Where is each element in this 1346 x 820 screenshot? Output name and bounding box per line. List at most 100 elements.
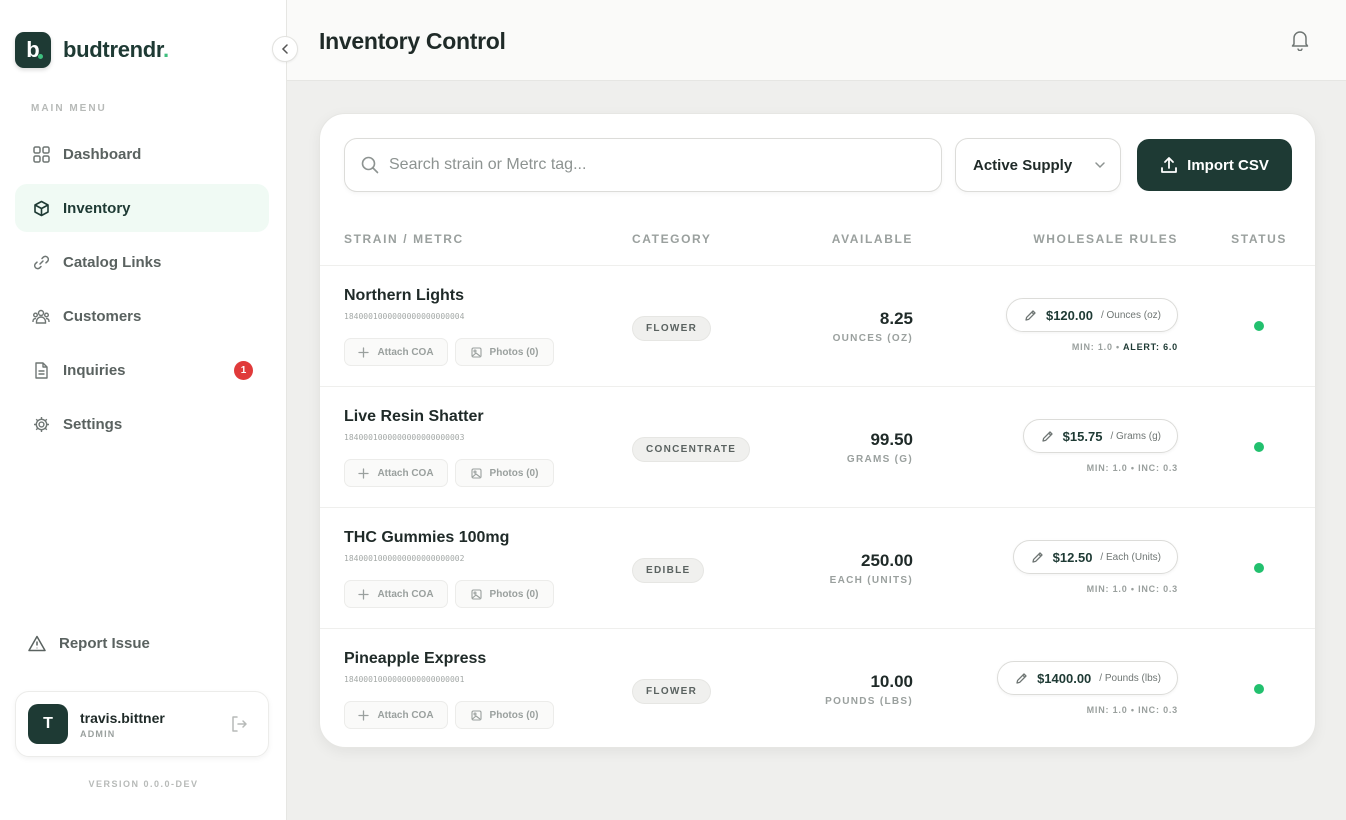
attach-coa-label: Attach COA (377, 346, 434, 358)
metrc-tag: 1840001000000000000000003 (344, 433, 465, 442)
attach-coa-button[interactable]: Attach COA (344, 459, 448, 487)
sidebar-item-inventory[interactable]: Inventory (15, 184, 269, 232)
import-csv-button[interactable]: Import CSV (1137, 139, 1292, 191)
user-name: travis.bittner (80, 709, 165, 726)
version-label: VERSION 0.0.0-DEV (88, 779, 199, 789)
wholesale-price: $15.75 (1062, 428, 1103, 444)
box-icon (32, 199, 50, 217)
report-issue-link[interactable]: Report Issue (28, 634, 150, 652)
bell-icon[interactable] (1290, 29, 1310, 52)
edit-price-button[interactable]: $12.50 / Each (Units) (1012, 540, 1178, 574)
main-menu-label: MAIN MENU (31, 103, 107, 114)
edit-price-button[interactable]: $15.75 / Grams (g) (1022, 419, 1178, 453)
table-row[interactable]: Live Resin Shatter 184000100000000000000… (320, 387, 1315, 508)
available-quantity: 8.25 (879, 309, 913, 328)
search-box[interactable] (344, 138, 942, 192)
document-icon (32, 361, 50, 379)
edit-price-button[interactable]: $1400.00 / Pounds (lbs) (997, 661, 1178, 695)
wholesale-price: $12.50 (1052, 549, 1093, 565)
edit-price-button[interactable]: $120.00 / Ounces (oz) (1005, 298, 1178, 332)
photos-button[interactable]: Photos (0) (455, 459, 554, 487)
table-row[interactable]: THC Gummies 100mg 1840001000000000000000… (320, 508, 1315, 629)
rule-min: MIN: 1.0 • (1071, 342, 1121, 352)
avatar: T (28, 704, 68, 744)
search-icon (361, 156, 379, 174)
photos-button[interactable]: Photos (0) (455, 580, 554, 608)
logout-icon[interactable] (230, 715, 248, 733)
strain-name[interactable]: Northern Lights (344, 287, 464, 305)
wholesale-price: $120.00 (1045, 307, 1093, 323)
inventory-toolbar: Active Supply Import CSV (344, 138, 1292, 192)
wholesale-rule-text: MIN: 1.0 • INC: 0.3 (1086, 705, 1178, 715)
price-unit: / Each (Units) (1100, 551, 1161, 563)
supply-filter-value: Active Supply (973, 156, 1073, 174)
category-badge: FLOWER (632, 316, 712, 341)
strain-name[interactable]: Live Resin Shatter (344, 408, 484, 426)
brand-name-main: budtrendr (63, 37, 163, 62)
image-icon (470, 709, 482, 721)
users-icon (32, 307, 50, 325)
wholesale-rule-text: MIN: 1.0 • INC: 0.3 (1086, 584, 1178, 594)
photos-button[interactable]: Photos (0) (455, 338, 554, 366)
attach-coa-button[interactable]: Attach COA (344, 580, 448, 608)
status-indicator (1254, 563, 1264, 573)
strain-name[interactable]: THC Gummies 100mg (344, 529, 509, 547)
pencil-icon (1042, 430, 1053, 442)
brand-mark-icon: b (15, 32, 51, 68)
available-quantity: 250.00 (861, 551, 913, 570)
gear-icon (32, 415, 50, 433)
sidebar-item-settings[interactable]: Settings (15, 400, 269, 448)
metrc-tag: 1840001000000000000000001 (344, 675, 465, 684)
wholesale-rule-text: MIN: 1.0 • ALERT: 6.0 (1072, 342, 1178, 352)
strain-name[interactable]: Pineapple Express (344, 650, 486, 668)
brand-mark-dot (38, 54, 43, 59)
attach-coa-label: Attach COA (377, 709, 434, 721)
link-icon (32, 253, 50, 271)
category-badge: CONCENTRATE (632, 437, 751, 462)
chevron-left-icon (281, 44, 288, 54)
plus-icon (358, 346, 370, 358)
photos-label: Photos (0) (489, 588, 539, 600)
wholesale-price: $1400.00 (1037, 670, 1092, 686)
rule-alert: ALERT: 6.0 (1122, 342, 1178, 352)
sidebar-item-customers[interactable]: Customers (15, 292, 269, 340)
column-header-wholesale-rules[interactable]: WHOLESALE RULES (1033, 232, 1178, 246)
brand-name: budtrendr. (63, 37, 169, 63)
sidebar-item-inquiries[interactable]: Inquiries 1 (15, 346, 269, 394)
search-input[interactable] (389, 156, 909, 174)
attach-coa-button[interactable]: Attach COA (344, 338, 448, 366)
sidebar-item-dashboard[interactable]: Dashboard (15, 130, 269, 178)
image-icon (470, 588, 482, 600)
photos-label: Photos (0) (489, 709, 539, 721)
table-row[interactable]: Pineapple Express 1840001000000000000000… (320, 629, 1315, 747)
supply-filter-select[interactable]: Active Supply (955, 138, 1121, 192)
sidebar-item-label: Inquiries (63, 361, 126, 379)
column-header-strain[interactable]: STRAIN / METRC (344, 232, 464, 246)
chevron-down-icon (1095, 162, 1105, 169)
brand-name-accent: . (162, 37, 169, 62)
collapse-sidebar-button[interactable] (272, 36, 298, 62)
page-header: Inventory Control (287, 0, 1346, 81)
sidebar-item-label: Dashboard (63, 145, 142, 163)
main-nav: Dashboard Inventory Catalog Links Custom… (15, 130, 269, 454)
table-row[interactable]: Northern Lights 184000100000000000000000… (320, 266, 1315, 387)
image-icon (470, 346, 482, 358)
sidebar-item-catalog-links[interactable]: Catalog Links (15, 238, 269, 286)
user-card: T travis.bittner ADMIN (15, 691, 269, 757)
metrc-tag: 1840001000000000000000004 (344, 312, 465, 321)
column-header-category[interactable]: CATEGORY (632, 232, 711, 246)
photos-button[interactable]: Photos (0) (455, 701, 554, 729)
column-header-available[interactable]: AVAILABLE (832, 232, 913, 246)
brand-logo[interactable]: b budtrendr. (15, 32, 169, 68)
photos-label: Photos (0) (489, 467, 539, 479)
price-unit: / Grams (g) (1110, 430, 1161, 442)
sidebar-item-label: Settings (63, 415, 123, 433)
column-header-status[interactable]: STATUS (1231, 232, 1287, 246)
brand-mark-letter: b (26, 37, 40, 62)
attach-coa-button[interactable]: Attach COA (344, 701, 448, 729)
price-unit: / Pounds (lbs) (1099, 672, 1161, 684)
wholesale-rule-text: MIN: 1.0 • INC: 0.3 (1086, 463, 1178, 473)
pencil-icon (1025, 309, 1036, 321)
available-unit: POUNDS (LBS) (825, 696, 913, 707)
sidebar-item-label: Inventory (63, 199, 131, 217)
